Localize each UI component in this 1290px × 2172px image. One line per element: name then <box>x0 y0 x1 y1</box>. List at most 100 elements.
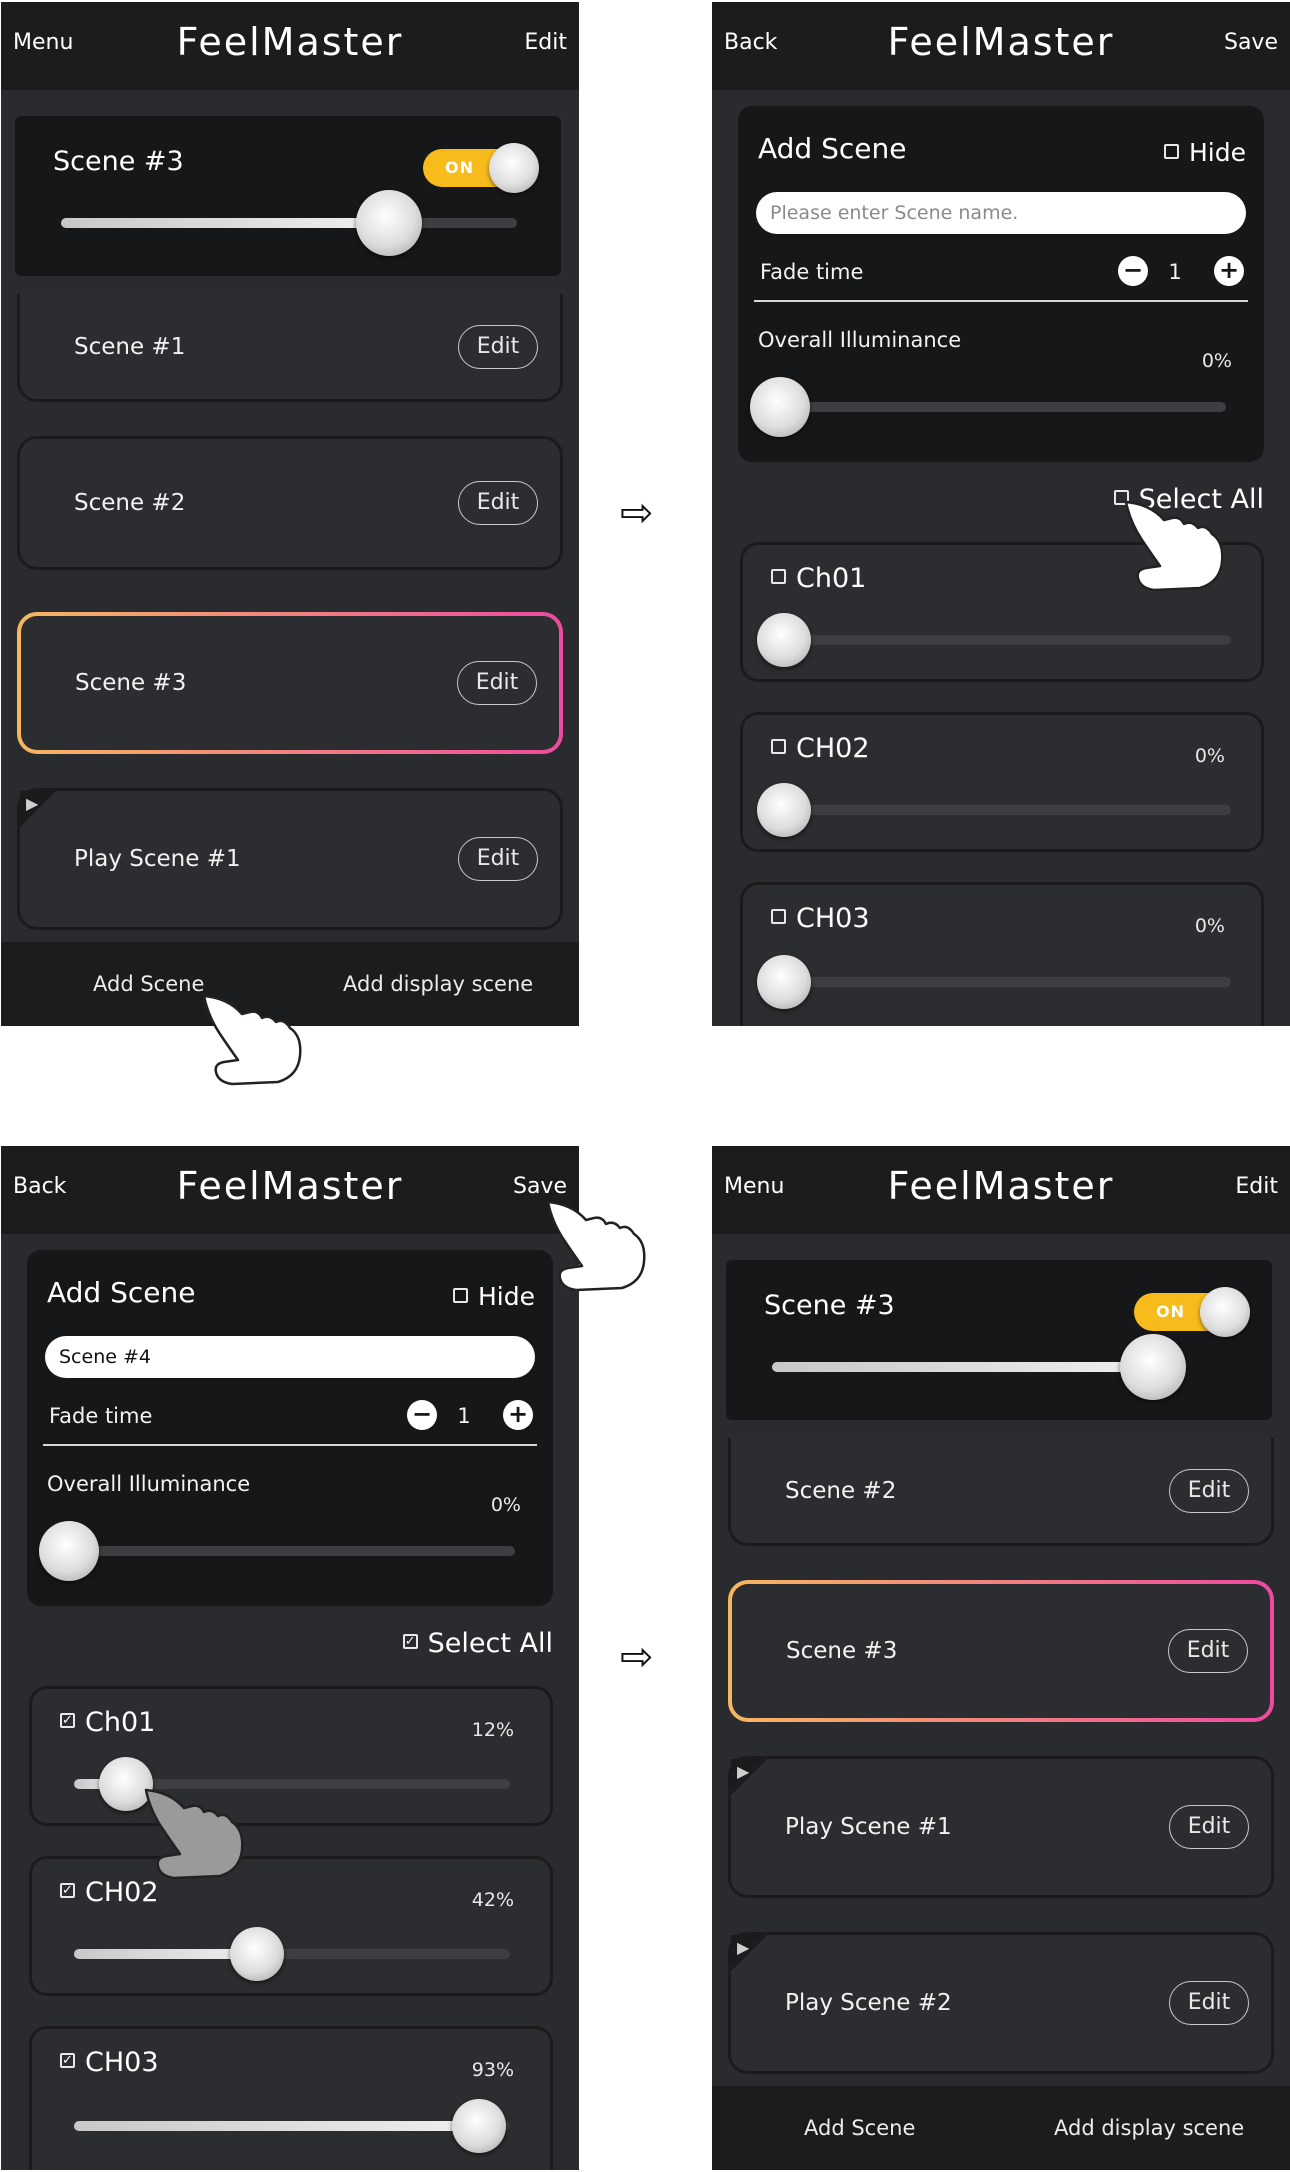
scene-toggle[interactable]: ON <box>423 143 539 193</box>
checkbox-icon: ✓ <box>60 1713 75 1728</box>
active-scene-card: Scene #3 ON <box>726 1260 1272 1420</box>
app-logo: FeelMaster <box>887 1164 1115 1208</box>
scene-edit-button[interactable]: Edit <box>457 661 537 705</box>
fade-time-label: Fade time <box>760 260 864 284</box>
scene-card-3-selected[interactable]: Scene #3 Edit <box>728 1580 1274 1722</box>
channel-percent: 42% <box>471 1889 514 1911</box>
scene-card-2[interactable]: Scene #2 Edit <box>728 1438 1274 1546</box>
screen-scene-list: Menu FeelMaster Edit Scene #3 ON Scene #… <box>1 2 579 1026</box>
active-scene-slider[interactable] <box>61 190 517 256</box>
add-scene-title: Add Scene <box>47 1276 196 1309</box>
scene-card-3-selected[interactable]: Scene #3 Edit <box>17 612 563 754</box>
hand-pointer-icon <box>144 1788 244 1880</box>
play-triangle-icon: ▶ <box>731 1935 767 1971</box>
hide-checkbox[interactable]: Hide <box>1164 138 1246 167</box>
fade-time-label: Fade time <box>49 1404 153 1428</box>
scene-toggle[interactable]: ON <box>1134 1287 1250 1337</box>
select-all-checkbox[interactable]: ✓ Select All <box>402 1628 553 1659</box>
save-button[interactable]: Save <box>1224 30 1278 55</box>
slider-knob[interactable] <box>230 1927 285 1981</box>
app-logo: FeelMaster <box>176 1164 404 1208</box>
channel-name: CH03 <box>796 903 870 934</box>
bottom-bar: Add Scene Add display scene <box>712 2086 1290 2170</box>
scene-edit-button[interactable]: Edit <box>1168 1629 1248 1673</box>
toggle-knob <box>489 143 539 193</box>
hand-pointer-icon <box>1124 500 1224 592</box>
channel-percent: 93% <box>471 2059 514 2081</box>
scene-name: Play Scene #2 <box>785 1990 952 2016</box>
minus-icon[interactable]: − <box>407 1400 437 1430</box>
overall-illuminance-percent: 0% <box>1201 350 1232 372</box>
channel-slider[interactable] <box>74 1927 510 1981</box>
active-scene-slider[interactable] <box>772 1334 1187 1400</box>
minus-icon[interactable]: − <box>1118 256 1148 286</box>
scene-card-1[interactable]: Scene #1 Edit <box>17 294 563 402</box>
channel-checkbox[interactable]: Ch01 <box>771 563 866 594</box>
fade-time-value: 1 <box>457 1404 471 1428</box>
scene-edit-button[interactable]: Edit <box>1169 1805 1249 1849</box>
channel-slider[interactable] <box>757 783 1231 837</box>
slider-fill <box>74 2121 480 2131</box>
channel-checkbox[interactable]: CH02 <box>771 733 870 764</box>
add-display-scene-button[interactable]: Add display scene <box>1054 2116 1244 2140</box>
scene-name-input[interactable] <box>45 1336 535 1378</box>
channel-checkbox[interactable]: ✓ Ch01 <box>60 1707 155 1738</box>
channel-checkbox[interactable]: CH03 <box>771 903 870 934</box>
flow-arrow-right-icon: ⇨ <box>620 1634 654 1680</box>
scene-name: Scene #3 <box>786 1638 898 1664</box>
overall-illuminance-label: Overall Illuminance <box>758 328 962 352</box>
play-scene-card-2[interactable]: ▶ Play Scene #2 Edit <box>728 1932 1274 2074</box>
select-all-label: Select All <box>427 1628 553 1659</box>
hide-checkbox[interactable]: Hide <box>453 1282 535 1311</box>
scene-edit-button[interactable]: Edit <box>458 481 538 525</box>
overall-illuminance-label: Overall Illuminance <box>47 1472 251 1496</box>
slider-knob[interactable] <box>39 1521 99 1581</box>
fade-time-value: 1 <box>1168 260 1182 284</box>
play-scene-card-1[interactable]: ▶ Play Scene #1 Edit <box>728 1756 1274 1898</box>
top-bar: Back FeelMaster Save <box>1 1146 579 1234</box>
slider-knob[interactable] <box>757 955 811 1009</box>
plus-icon[interactable]: + <box>1214 256 1244 286</box>
hand-pointer-icon <box>546 1200 646 1292</box>
add-scene-button[interactable]: Add Scene <box>93 972 204 996</box>
active-scene-title: Scene #3 <box>53 146 184 177</box>
scene-name: Play Scene #1 <box>74 846 241 872</box>
checkbox-icon: ✓ <box>60 1883 75 1898</box>
channel-slider[interactable] <box>757 955 1231 1009</box>
checkbox-icon <box>771 739 786 754</box>
top-bar: Back FeelMaster Save <box>712 2 1290 90</box>
channel-name: CH03 <box>85 2047 159 2078</box>
slider-knob[interactable] <box>750 377 810 437</box>
channel-slider[interactable] <box>74 2099 510 2153</box>
play-scene-card-1[interactable]: ▶ Play Scene #1 Edit <box>17 788 563 930</box>
slider-knob[interactable] <box>356 190 423 256</box>
scene-name: Scene #1 <box>74 333 186 360</box>
scene-edit-button[interactable]: Edit <box>1169 1468 1249 1513</box>
scene-edit-button[interactable]: Edit <box>458 837 538 881</box>
edit-button[interactable]: Edit <box>1235 1174 1278 1199</box>
checkbox-icon <box>771 909 786 924</box>
scene-name-input[interactable] <box>756 192 1246 234</box>
slider-knob[interactable] <box>757 783 811 837</box>
checkbox-icon <box>1164 143 1179 159</box>
slider-knob[interactable] <box>1120 1334 1187 1400</box>
scene-edit-button[interactable]: Edit <box>458 324 538 369</box>
scene-edit-button[interactable]: Edit <box>1169 1981 1249 2025</box>
add-scene-card: Add Scene Hide Fade time − 1 + Overall I… <box>27 1250 553 1606</box>
flow-arrow-right-icon: ⇨ <box>620 490 654 536</box>
overall-illuminance-slider[interactable] <box>39 1521 515 1581</box>
slider-knob[interactable] <box>452 2099 507 2153</box>
channel-checkbox[interactable]: ✓ CH03 <box>60 2047 159 2078</box>
slider-knob[interactable] <box>757 613 811 667</box>
add-display-scene-button[interactable]: Add display scene <box>343 972 533 996</box>
overall-illuminance-percent: 0% <box>490 1494 521 1516</box>
plus-icon[interactable]: + <box>503 1400 533 1430</box>
toggle-label: ON <box>445 158 474 177</box>
overall-illuminance-slider[interactable] <box>750 377 1226 437</box>
edit-button[interactable]: Edit <box>524 30 567 55</box>
scene-card-2[interactable]: Scene #2 Edit <box>17 436 563 570</box>
channel-slider[interactable] <box>757 613 1231 667</box>
add-scene-button[interactable]: Add Scene <box>804 2116 915 2140</box>
channel-card-3: CH03 0% <box>740 882 1264 1026</box>
play-triangle-icon: ▶ <box>20 791 56 827</box>
